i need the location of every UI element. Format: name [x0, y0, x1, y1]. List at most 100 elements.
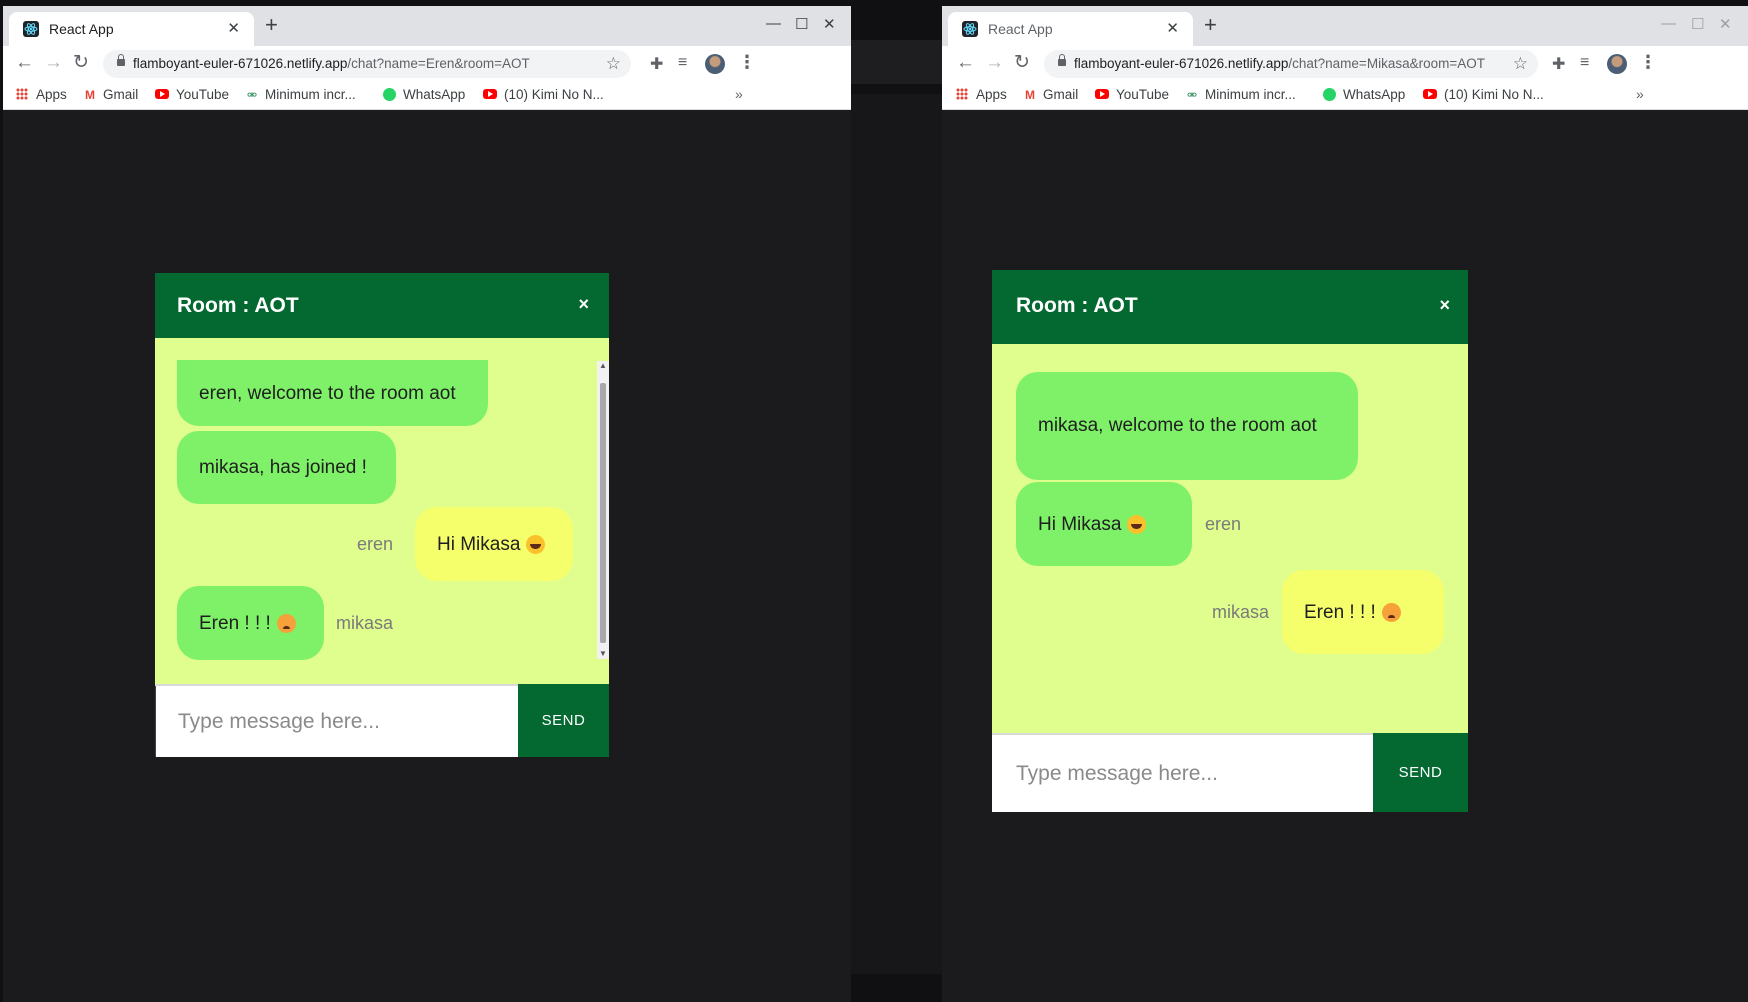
scroll-thumb[interactable] [600, 383, 606, 643]
youtube-icon [483, 89, 497, 99]
bookmark-star-icon[interactable]: ☆ [606, 54, 621, 74]
address-bar[interactable]: flamboyant-euler-671026.netlify.app/chat… [103, 50, 631, 78]
chat-box: Room : AOT × mikasa, welcome to the room… [992, 270, 1468, 812]
message-bubble: mikasa, has joined ! [177, 431, 396, 504]
message-bubble: Eren ! ! ! [1282, 570, 1444, 654]
media-control-icon[interactable]: ≡ [678, 54, 687, 72]
bookmark-star-icon[interactable]: ☆ [1513, 54, 1528, 74]
bookmark-whatsapp[interactable]: WhatsApp [383, 87, 465, 102]
browser-window-left: React App ✕ + — ☐ ✕ ← → ↻ flamboyant-eul… [3, 6, 851, 1002]
gmail-icon: M [85, 88, 95, 102]
browser-toolbar: ← → ↻ flamboyant-euler-671026.netlify.ap… [942, 46, 1748, 82]
scroll-up-icon[interactable]: ▲ [597, 361, 609, 371]
forward-icon[interactable]: → [985, 53, 1004, 73]
tab-title: React App [988, 21, 1053, 37]
lock-icon [117, 54, 125, 66]
message-bubble: eren, welcome to the room aot [177, 360, 488, 426]
react-icon [23, 21, 39, 37]
chat-scrollbar[interactable]: ▲ ▼ [597, 361, 609, 659]
bookmarks-bar: Apps M Gmail YouTube ⚮ Minimum incr... Wha… [942, 82, 1748, 110]
whatsapp-icon [383, 88, 396, 101]
tab-close-icon[interactable]: ✕ [227, 19, 240, 37]
url-text: flamboyant-euler-671026.netlify.app/chat… [1074, 56, 1485, 71]
message-item: eren, welcome to the room aot [177, 360, 488, 426]
bookmark-minimum-incr[interactable]: ⚮ Minimum incr... [1185, 87, 1296, 102]
message-bubble: Eren ! ! ! [177, 586, 324, 660]
angry-face-icon [1381, 602, 1401, 622]
bookmark-apps[interactable]: Apps [16, 87, 67, 102]
room-title: Room : AOT [1016, 294, 1138, 317]
message-list: eren, welcome to the room aot mikasa, ha… [155, 338, 609, 684]
close-chat-icon[interactable]: × [578, 294, 589, 315]
menu-icon[interactable]: ⋮ [1639, 52, 1657, 73]
lock-icon [1058, 54, 1066, 66]
back-icon[interactable]: ← [956, 53, 975, 73]
media-control-icon[interactable]: ≡ [1580, 54, 1589, 72]
react-icon [962, 21, 978, 37]
url-text: flamboyant-euler-671026.netlify.app/chat… [133, 56, 530, 71]
new-tab-icon[interactable]: + [1204, 14, 1217, 36]
profile-avatar[interactable] [1607, 54, 1627, 74]
bookmark-minimum-incr[interactable]: ⚮ Minimum incr... [245, 87, 356, 102]
bookmark-kimi-no-na[interactable]: (10) Kimi No N... [483, 87, 604, 102]
minimize-icon[interactable]: — [766, 15, 781, 32]
more-bookmarks-icon[interactable]: » [1636, 86, 1644, 102]
grinning-face-icon [1127, 514, 1147, 534]
more-bookmarks-icon[interactable]: » [735, 86, 743, 102]
bookmark-apps[interactable]: Apps [956, 87, 1007, 102]
scroll-down-icon[interactable]: ▼ [597, 649, 609, 659]
message-bubble: Hi Mikasa [1016, 482, 1192, 566]
address-bar[interactable]: flamboyant-euler-671026.netlify.app/chat… [1044, 50, 1538, 78]
message-input[interactable] [992, 735, 1373, 812]
chat-header: Room : AOT × [155, 273, 609, 338]
leetcode-icon: ⚮ [246, 88, 258, 102]
send-button[interactable]: SEND [1373, 733, 1468, 812]
extensions-icon[interactable]: ✚ [1552, 54, 1565, 74]
tab-close-icon[interactable]: ✕ [1166, 19, 1179, 37]
reload-icon[interactable]: ↻ [1014, 53, 1030, 73]
tab-bar: React App ✕ + — ☐ ✕ [3, 6, 851, 46]
new-tab-icon[interactable]: + [265, 14, 278, 36]
message-item: mikasa, has joined ! [177, 431, 396, 504]
menu-icon[interactable]: ⋮ [738, 52, 756, 73]
back-icon[interactable]: ← [15, 53, 34, 73]
apps-grid-icon [16, 88, 28, 100]
tab-title: React App [49, 21, 114, 37]
gmail-icon: M [1025, 88, 1035, 102]
reload-icon[interactable]: ↻ [73, 53, 89, 73]
message-composer: SEND [992, 733, 1468, 812]
bookmark-kimi-no-na[interactable]: (10) Kimi No N... [1423, 87, 1544, 102]
sender-name: eren [356, 533, 393, 554]
message-item: Eren ! ! ! mikasa [177, 586, 393, 660]
browser-tab[interactable]: React App ✕ [9, 12, 254, 46]
browser-toolbar: ← → ↻ flamboyant-euler-671026.netlify.ap… [3, 46, 851, 82]
apps-grid-icon [956, 88, 968, 100]
tab-bar: React App ✕ + — ☐ ✕ [942, 6, 1748, 46]
close-chat-icon[interactable]: × [1439, 295, 1450, 316]
close-window-icon[interactable]: ✕ [823, 15, 836, 33]
profile-avatar[interactable] [705, 54, 725, 74]
minimize-icon[interactable]: — [1661, 15, 1676, 32]
sender-name: mikasa [1211, 601, 1269, 622]
maximize-icon[interactable]: ☐ [795, 15, 808, 33]
bookmark-youtube[interactable]: YouTube [155, 87, 229, 102]
youtube-icon [1095, 89, 1109, 99]
message-item: Hi Mikasa eren [1016, 482, 1241, 566]
desktop-background [851, 94, 942, 974]
close-window-icon[interactable]: ✕ [1719, 15, 1732, 33]
message-bubble: Hi Mikasa [415, 507, 573, 581]
chat-header: Room : AOT × [992, 270, 1468, 344]
send-button[interactable]: SEND [518, 684, 609, 757]
bookmark-gmail[interactable]: M Gmail [83, 87, 138, 102]
message-composer: SEND [155, 684, 609, 757]
bookmark-youtube[interactable]: YouTube [1095, 87, 1169, 102]
message-input[interactable] [155, 686, 518, 757]
extensions-icon[interactable]: ✚ [650, 54, 663, 74]
grinning-face-icon [526, 534, 546, 554]
bookmark-whatsapp[interactable]: WhatsApp [1323, 87, 1405, 102]
browser-tab[interactable]: React App ✕ [948, 12, 1193, 46]
forward-icon[interactable]: → [44, 53, 63, 73]
maximize-icon[interactable]: ☐ [1691, 15, 1704, 33]
bookmark-gmail[interactable]: M Gmail [1023, 87, 1078, 102]
message-list: mikasa, welcome to the room aot Hi Mikas… [992, 344, 1468, 733]
